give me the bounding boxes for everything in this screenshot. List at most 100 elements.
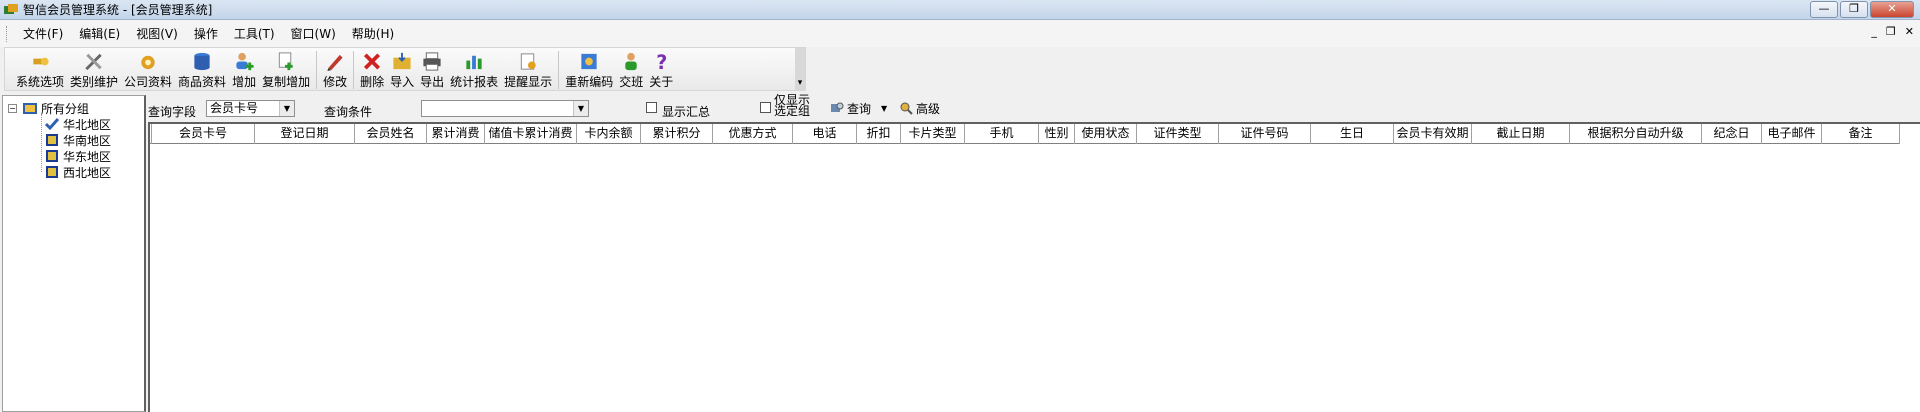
column-header[interactable]: 截止日期	[1472, 124, 1570, 144]
query-field-label: 查询字段	[148, 105, 197, 119]
advanced-search-icon	[900, 102, 913, 115]
grid-header: 会员卡号 登记日期 会员姓名 累计消费 储值卡累计消费 卡内余额 累计积分 优惠…	[150, 124, 1900, 144]
query-condition-input[interactable]: ▼	[421, 100, 589, 117]
statistics-report-button[interactable]: 统计报表	[447, 48, 501, 90]
column-header[interactable]: 生日	[1311, 124, 1394, 144]
column-header[interactable]: 卡内余额	[577, 124, 641, 144]
gear-house-icon	[141, 55, 155, 70]
toolbar-separator	[353, 51, 355, 89]
column-header[interactable]: 备注	[1822, 124, 1900, 144]
query-bar: 查询字段 会员卡号 ▼ 查询条件 ▼ 显示汇总 仅显示 选定组 查询 ▼ 高级	[148, 94, 1920, 121]
menu-edit[interactable]: 编辑(E)	[71, 25, 128, 42]
menu-help[interactable]: 帮助(H)	[344, 25, 402, 42]
search-dropdown-icon[interactable]: ▼	[881, 104, 887, 113]
company-info-button[interactable]: 公司资料	[121, 48, 175, 90]
column-header[interactable]: 会员卡号	[152, 124, 255, 144]
export-button[interactable]: 导出	[417, 48, 447, 90]
reminder-display-button[interactable]: 提醒显示	[501, 48, 555, 90]
recode-icon	[581, 53, 597, 70]
column-header[interactable]: 累计消费	[427, 124, 485, 144]
edit-button[interactable]: 修改	[320, 48, 350, 90]
advanced-button[interactable]: 高级	[899, 98, 940, 118]
main-toolbar: 系统选项 类别维护 公司资料 商品资料 增加 复制增加 修改 删除 导入 导出 …	[4, 47, 806, 91]
database-icon	[194, 52, 210, 71]
svg-text:?: ?	[656, 51, 667, 72]
column-header[interactable]: 性别	[1039, 124, 1075, 144]
bar-chart-icon	[466, 55, 482, 70]
toolbar-separator	[558, 51, 560, 89]
wrench-key-icon	[33, 57, 49, 66]
minimize-button[interactable]: —	[1810, 1, 1838, 18]
dropdown-arrow-icon[interactable]: ▼	[279, 101, 294, 116]
add-user-icon	[236, 52, 254, 71]
menu-bar: 文件(F) 编辑(E) 视图(V) 操作 工具(T) 窗口(W) 帮助(H) _…	[0, 20, 1920, 47]
group-folder-icon	[23, 103, 37, 114]
column-header[interactable]: 会员卡有效期	[1394, 124, 1472, 144]
printer-export-icon	[423, 52, 441, 71]
dropdown-arrow-icon[interactable]: ▼	[573, 101, 588, 116]
handover-button[interactable]: 交班	[616, 48, 646, 90]
member-grid: 会员卡号 登记日期 会员姓名 累计消费 储值卡累计消费 卡内余额 累计积分 优惠…	[148, 122, 1920, 412]
column-header[interactable]: 折扣	[857, 124, 901, 144]
only-selected-checkbox[interactable]	[760, 102, 771, 113]
import-button[interactable]: 导入	[387, 48, 417, 90]
search-button[interactable]: 查询 ▼	[830, 98, 887, 118]
about-button[interactable]: ? 关于	[646, 48, 676, 90]
mdi-restore-icon[interactable]: ❐	[1886, 25, 1896, 38]
group-book-icon	[46, 150, 58, 162]
column-header[interactable]: 使用状态	[1075, 124, 1137, 144]
question-icon: ?	[656, 51, 667, 72]
show-summary-checkbox[interactable]	[646, 102, 657, 113]
toolbar-separator	[316, 51, 318, 89]
tree-item-east[interactable]: 华东地区	[44, 148, 111, 164]
column-header[interactable]: 卡片类型	[901, 124, 965, 144]
column-header[interactable]: 手机	[965, 124, 1039, 144]
tree-root[interactable]: − 所有分组	[8, 100, 89, 116]
delete-button[interactable]: 删除	[357, 48, 387, 90]
column-header[interactable]: 证件类型	[1137, 124, 1219, 144]
tree-item-north[interactable]: 华北地区	[44, 116, 111, 132]
query-condition-label: 查询条件	[324, 105, 373, 119]
query-field-select[interactable]: 会员卡号 ▼	[206, 100, 295, 117]
column-header[interactable]: 根据积分自动升级	[1570, 124, 1702, 144]
category-maintain-button[interactable]: 类别维护	[67, 48, 121, 90]
pencil-icon	[327, 54, 343, 72]
maximize-button[interactable]: ❐	[1840, 1, 1868, 18]
group-book-icon	[46, 166, 58, 178]
mdi-minimize-icon[interactable]: _	[1871, 25, 1877, 38]
add-button[interactable]: 增加	[229, 48, 259, 90]
menu-grip	[6, 25, 9, 42]
tree-root-label: 所有分组	[41, 101, 90, 116]
column-header[interactable]: 储值卡累计消费	[485, 124, 577, 144]
copy-add-button[interactable]: 复制增加	[259, 48, 313, 90]
menu-window[interactable]: 窗口(W)	[283, 25, 344, 42]
menu-view[interactable]: 视图(V)	[128, 25, 186, 42]
search-icon	[831, 102, 844, 112]
column-header[interactable]: 证件号码	[1219, 124, 1311, 144]
product-info-button[interactable]: 商品资料	[175, 48, 229, 90]
mdi-close-icon[interactable]: ✕	[1905, 25, 1914, 38]
toolbar-overflow-chevron[interactable]: ▾	[795, 48, 805, 90]
group-checked-icon	[44, 118, 60, 131]
system-options-button[interactable]: 系统选项	[13, 48, 67, 90]
menu-tools[interactable]: 工具(T)	[226, 25, 283, 42]
menu-file[interactable]: 文件(F)	[15, 25, 71, 42]
reminder-icon	[521, 53, 536, 70]
recode-button[interactable]: 重新编码	[562, 48, 616, 90]
column-header[interactable]: 电子邮件	[1762, 124, 1822, 144]
tree-item-northwest[interactable]: 西北地区	[44, 164, 111, 180]
menu-operate[interactable]: 操作	[186, 25, 226, 42]
column-header[interactable]: 累计积分	[641, 124, 713, 144]
copy-add-icon	[278, 52, 293, 71]
handover-user-icon	[625, 52, 637, 71]
delete-x-icon	[364, 53, 381, 70]
column-header[interactable]: 纪念日	[1702, 124, 1762, 144]
show-summary-label: 显示汇总	[662, 105, 711, 119]
column-header[interactable]: 电话	[793, 124, 857, 144]
close-button[interactable]: ✕	[1870, 1, 1914, 18]
tree-item-south[interactable]: 华南地区	[44, 132, 111, 148]
column-header[interactable]: 登记日期	[255, 124, 355, 144]
column-header[interactable]: 会员姓名	[355, 124, 427, 144]
collapse-icon[interactable]: −	[8, 103, 17, 113]
column-header[interactable]: 优惠方式	[713, 124, 793, 144]
